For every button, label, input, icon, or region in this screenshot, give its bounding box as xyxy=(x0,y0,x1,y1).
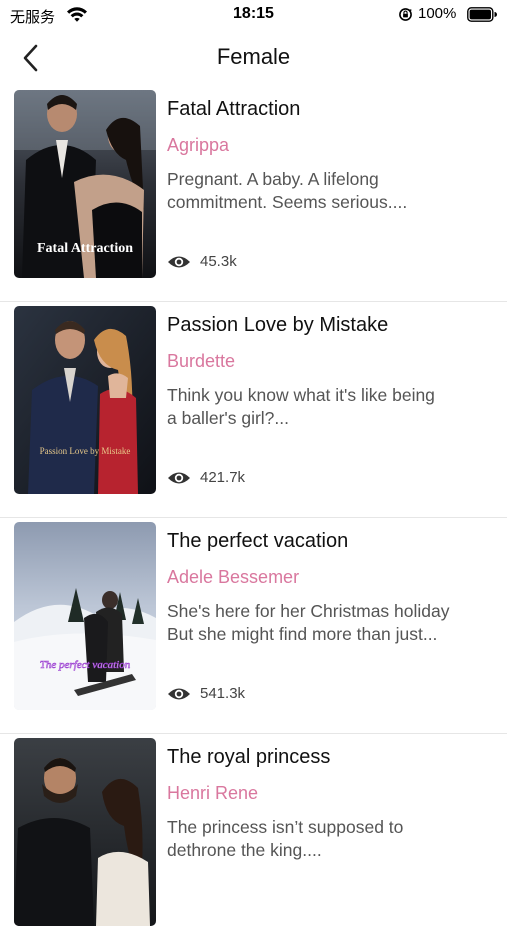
book-list-item[interactable]: The royal princess Henri Rene The prince… xyxy=(0,734,507,950)
battery-percentage: 100% xyxy=(418,5,457,22)
book-description: Think you know what it's like being a ba… xyxy=(167,385,435,428)
navigation-bar: Female xyxy=(0,30,507,86)
cover-title-text: The perfect vacation xyxy=(40,659,131,671)
book-author[interactable]: Agrippa xyxy=(167,135,229,156)
book-list-item[interactable]: Fatal Attraction Fatal Attraction Agripp… xyxy=(0,86,507,302)
book-title: Fatal Attraction xyxy=(167,98,301,120)
book-description: The princess isn’t supposed to dethrone … xyxy=(167,817,404,860)
book-author[interactable]: Burdette xyxy=(167,351,235,372)
book-author[interactable]: Henri Rene xyxy=(167,783,258,804)
book-cover-image[interactable]: The perfect vacation xyxy=(14,522,156,710)
eye-icon xyxy=(168,256,190,268)
book-title: Passion Love by Mistake xyxy=(167,314,389,336)
book-cover-image[interactable]: Fatal Attraction xyxy=(14,90,156,278)
status-bar: 无服务 18:15 100% xyxy=(0,0,507,30)
battery-icon xyxy=(467,7,497,22)
book-author[interactable]: Adele Bessemer xyxy=(167,567,299,588)
page-title: Female xyxy=(216,44,291,69)
cover-title-text: Passion Love by Mistake xyxy=(40,446,131,456)
book-cover-image[interactable] xyxy=(14,738,156,926)
book-list-item[interactable]: Passion Love by Mistake Passion Love by … xyxy=(0,302,507,518)
cover-title-text: Fatal Attraction xyxy=(37,241,133,256)
book-title: The perfect vacation xyxy=(167,530,349,552)
views-count: 45.3k xyxy=(200,253,237,270)
views-count: 541.3k xyxy=(200,685,246,702)
book-list: Fatal Attraction Fatal Attraction Agripp… xyxy=(0,86,507,950)
book-description: She's here for her Christmas holiday But… xyxy=(167,601,450,644)
book-list-item[interactable]: The perfect vacation The perfect vacatio… xyxy=(0,518,507,734)
rotation-lock-icon xyxy=(399,8,412,21)
book-description: Pregnant. A baby. A lifelong commitment.… xyxy=(167,169,408,212)
eye-icon xyxy=(168,472,190,484)
views-count: 421.7k xyxy=(200,469,246,486)
book-cover-image[interactable]: Passion Love by Mistake xyxy=(14,306,156,494)
book-title: The royal princess xyxy=(167,746,331,768)
eye-icon xyxy=(168,688,190,700)
